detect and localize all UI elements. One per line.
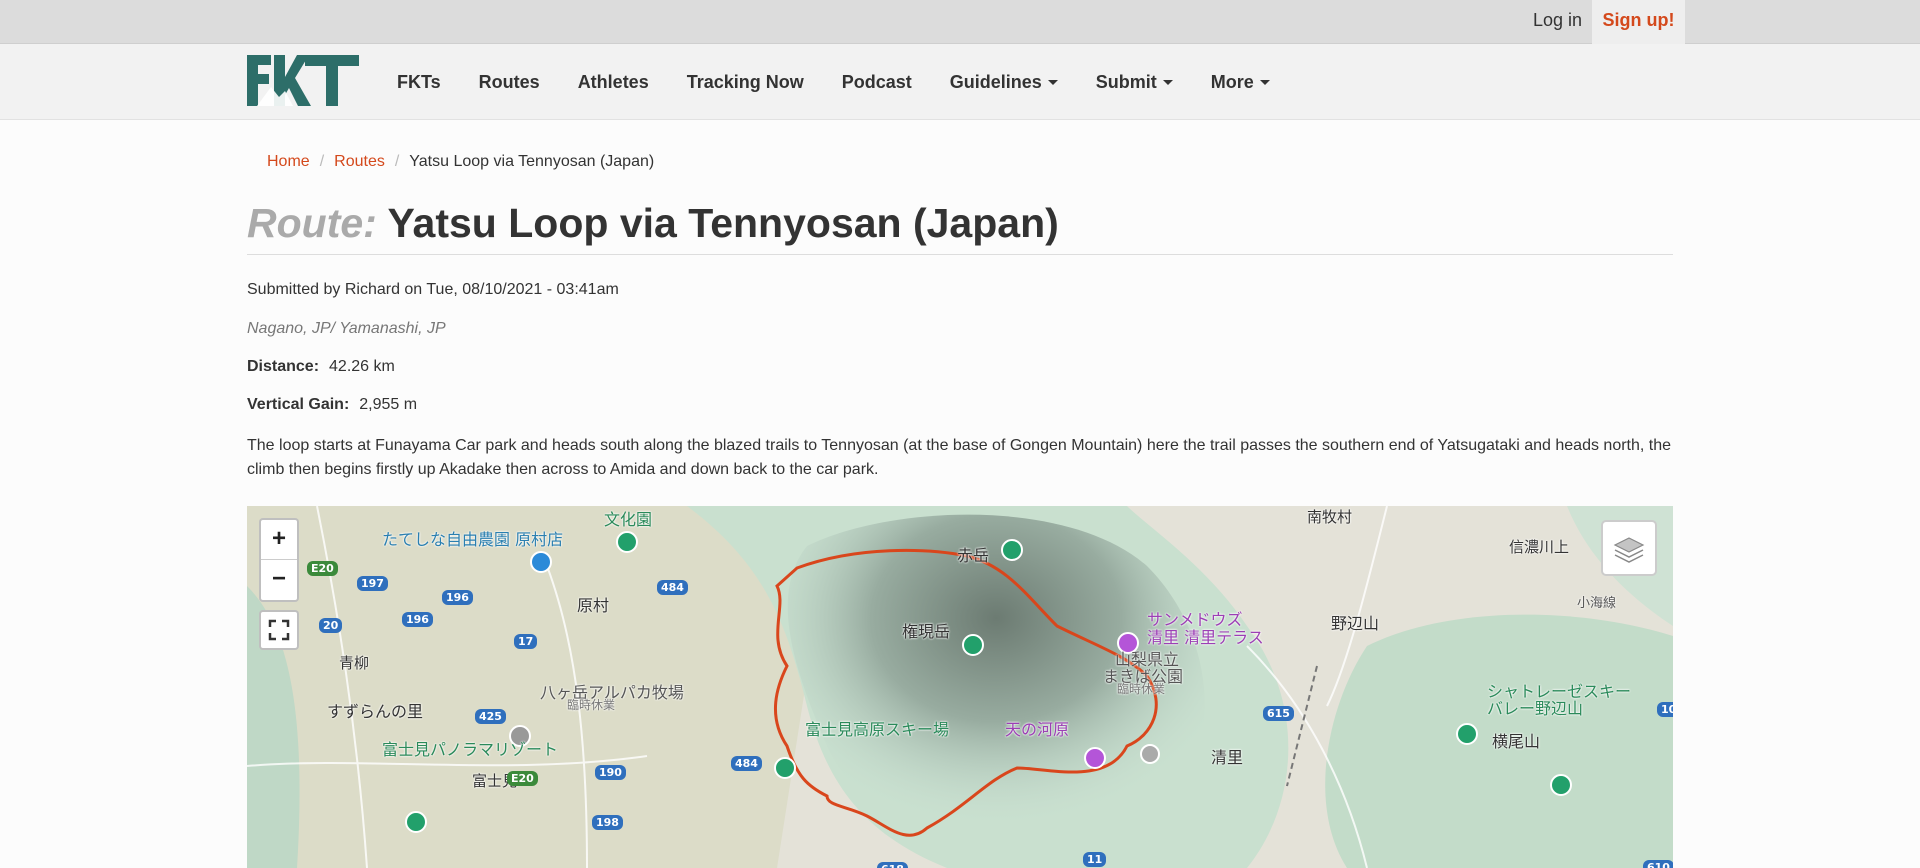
nav-label: FKTs (397, 71, 441, 92)
fullscreen-button[interactable] (259, 610, 299, 650)
road-shield: 484 (731, 756, 762, 771)
nav-label: Submit (1095, 71, 1157, 92)
nav-label: More (1210, 71, 1254, 92)
zoom-control: + − (259, 518, 299, 602)
breadcrumb-separator: / (394, 153, 400, 170)
road-shield: 11 (1083, 852, 1107, 867)
nav-submit[interactable]: Submit (1077, 72, 1192, 93)
nav-label: Routes (478, 71, 540, 92)
breadcrumb-current: Yatsu Loop via Tennyosan (Japan) (409, 153, 655, 170)
nav-label: Podcast (841, 71, 912, 92)
route-description: The loop starts at Funayama Car park and… (247, 437, 1672, 479)
login-link[interactable]: Log in (1533, 0, 1582, 44)
nav-tracking-now[interactable]: Tracking Now (668, 72, 823, 93)
map-place-label: 野辺山 (1331, 614, 1380, 633)
road-shield: E20 (507, 771, 538, 786)
map-place-label: 小海線 (1577, 596, 1617, 611)
road-shield: 610 (1643, 860, 1673, 868)
primary-nav: FKTs Routes Athletes Tracking Now Podcast Gui… (378, 44, 1289, 120)
submitted-info: Submitted by Richard on Tue, 08/10/2021 … (247, 281, 619, 299)
zoom-in-button[interactable]: + (261, 520, 297, 560)
nav-guidelines[interactable]: Guidelines (931, 72, 1077, 93)
route-content: Home / Routes / Yatsu Loop via Tennyosan (Ja… (247, 120, 1673, 482)
breadcrumb-routes[interactable]: Routes (334, 153, 385, 170)
vertical-gain-value: 2,955 m (359, 396, 418, 414)
nav-label: Athletes (577, 71, 649, 92)
map-place-label: バレー野辺山 (1487, 699, 1584, 718)
road-shield: E20 (307, 561, 338, 576)
road-shield: 196 (402, 612, 433, 627)
road-shield: 17 (514, 634, 538, 649)
fullscreen-icon (268, 619, 290, 641)
road-shield: 20 (319, 618, 343, 633)
road-shield: 190 (595, 765, 626, 780)
distance-label: Distance: (247, 358, 320, 376)
nav-podcast[interactable]: Podcast (823, 72, 931, 93)
road-shield: 198 (592, 815, 623, 830)
road-shield: 197 (357, 576, 388, 591)
signup-link[interactable]: Sign up! (1592, 0, 1685, 44)
nav-routes[interactable]: Routes (460, 72, 559, 93)
main-navbar: FKTs Routes Athletes Tracking Now Podcast Gui… (0, 44, 1920, 120)
caret-down-icon (1047, 80, 1058, 86)
nav-label: Guidelines (949, 71, 1042, 92)
fkt-logo[interactable] (247, 55, 359, 106)
map-place-label: 清里 (1211, 748, 1244, 767)
distance-value: 42.26 km (329, 358, 395, 376)
road-shield: 425 (475, 709, 506, 724)
road-shield: 106 (1657, 702, 1673, 717)
nav-athletes[interactable]: Athletes (559, 72, 668, 93)
map-place-label: 青柳 (339, 654, 370, 672)
road-shield: 196 (442, 590, 473, 605)
nav-more[interactable]: More (1192, 72, 1289, 93)
map-place-label: 富士見高原スキー場 (805, 720, 950, 739)
road-shield: 615 (1263, 706, 1294, 721)
map-place-label: 南牧村 (1307, 508, 1353, 526)
map-place-label: 横尾山 (1492, 732, 1541, 751)
map-place-label: 原村 (577, 596, 610, 615)
map-place-label: 赤岳 (957, 546, 990, 565)
nav-label: Tracking Now (686, 71, 804, 92)
map-place-label: 権現岳 (902, 622, 951, 641)
map-place-label: 清里 清里テラス (1147, 628, 1264, 647)
layers-icon (1613, 537, 1645, 563)
route-map[interactable]: たてしな自由農園 原村店 文化園 原村 南牧村 信濃川上 小海線 赤岳 権現岳 サンメドウズ 清里… (247, 506, 1673, 868)
caret-down-icon (1259, 80, 1270, 86)
caret-down-icon (1162, 80, 1173, 86)
route-location: Nagano, JP/ Yamanashi, JP (247, 320, 446, 338)
breadcrumb: Home / Routes / Yatsu Loop via Tennyosan (Ja… (247, 153, 1673, 175)
route-title: Yatsu Loop via Tennyosan (Japan) (387, 200, 1059, 246)
road-shield: 484 (657, 580, 688, 595)
map-place-label: 臨時休業 (567, 698, 616, 712)
vertical-gain-label: Vertical Gain: (247, 396, 350, 414)
nav-fkts[interactable]: FKTs (378, 72, 460, 93)
map-place-label: 文化園 (604, 510, 653, 529)
map-place-label: 天の河原 (1005, 720, 1070, 739)
zoom-out-button[interactable]: − (261, 560, 297, 600)
distance-field: Distance: 42.26 km (247, 358, 1673, 376)
map-place-label: たてしな自由農園 原村店 (382, 530, 564, 549)
map-place-label: すずらんの里 (327, 702, 424, 721)
breadcrumb-home[interactable]: Home (267, 153, 310, 170)
title-prefix: Route: (247, 200, 377, 246)
vertical-gain-field: Vertical Gain: 2,955 m (247, 396, 1673, 414)
map-place-label: 臨時休業 (1117, 682, 1166, 696)
page-title: Route: Yatsu Loop via Tennyosan (Japan) (247, 200, 1673, 256)
layers-button[interactable] (1601, 520, 1657, 576)
breadcrumb-separator: / (319, 153, 325, 170)
road-shield: 618 (877, 862, 908, 868)
top-bar: Log in Sign up! (0, 0, 1920, 44)
map-place-label: 信濃川上 (1509, 538, 1570, 556)
map-place-label: 富士見パノラマリゾート (382, 740, 559, 759)
